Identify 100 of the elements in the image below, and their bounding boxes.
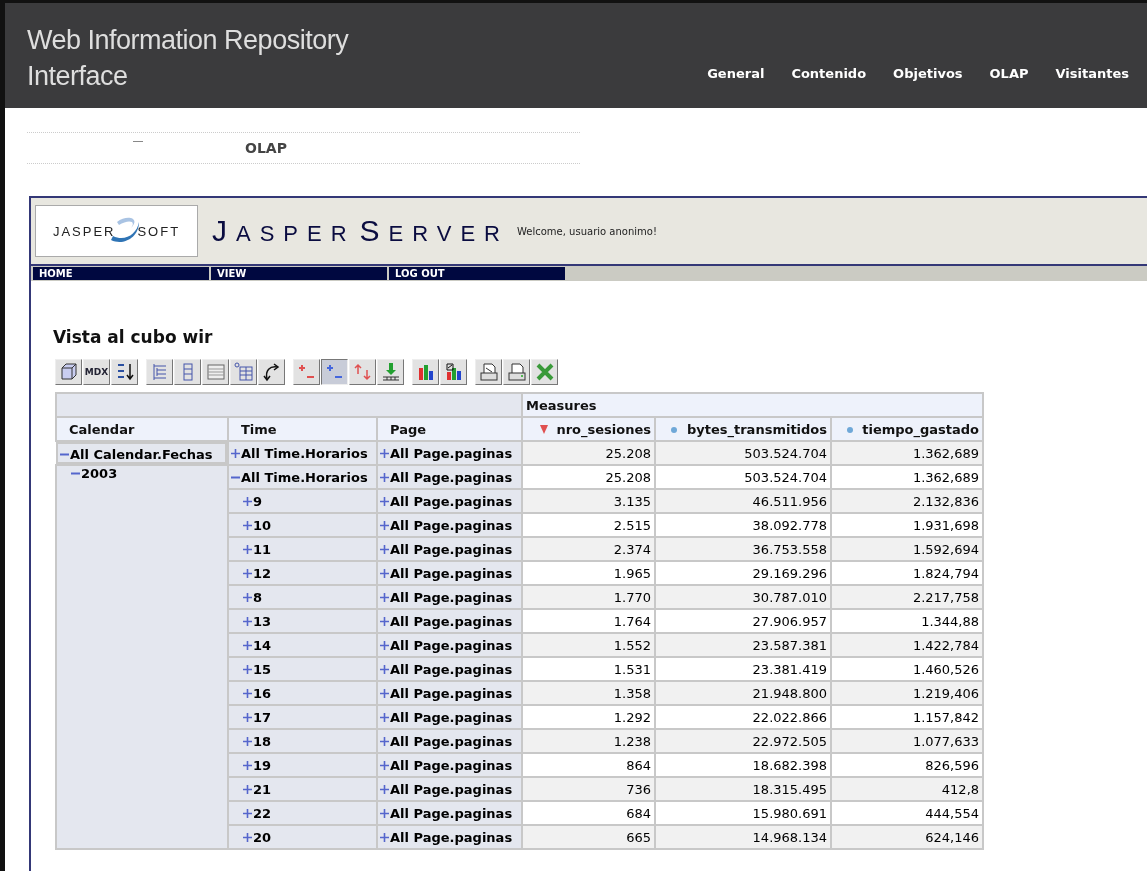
expand-button[interactable] — [293, 359, 320, 385]
table-button[interactable] — [202, 359, 229, 385]
table-cell: 15.980.691 — [655, 801, 832, 825]
column-header[interactable]: Calendar — [56, 417, 228, 441]
chart-button[interactable] — [412, 359, 439, 385]
expand-icon[interactable] — [380, 664, 389, 674]
expand-icon[interactable] — [380, 832, 389, 842]
arrows-button[interactable] — [349, 359, 376, 385]
expand-icon[interactable] — [380, 784, 389, 794]
menu-link[interactable]: HOME — [33, 267, 209, 280]
expand-icon[interactable] — [243, 808, 252, 818]
expand-icon[interactable] — [243, 544, 252, 554]
expand-icon[interactable] — [380, 712, 389, 722]
member-cell[interactable]: 8 — [231, 589, 263, 605]
expand-icon[interactable] — [380, 472, 389, 482]
table-cell: 21.948.800 — [655, 681, 832, 705]
member-cell[interactable]: 20 — [231, 829, 272, 845]
expand-icon[interactable] — [380, 568, 389, 578]
menu-link[interactable]: LOG OUT — [389, 267, 565, 280]
table-cell: 1.422,784 — [831, 633, 984, 657]
sort-icon[interactable] — [539, 424, 548, 434]
expand-icon[interactable] — [380, 448, 389, 458]
expand-icon[interactable] — [243, 664, 252, 674]
column-button[interactable] — [174, 359, 201, 385]
tree-button[interactable] — [146, 359, 173, 385]
expand-icon[interactable] — [243, 736, 252, 746]
table-cell: 18.315.495 — [655, 777, 832, 801]
print-button[interactable] — [503, 359, 530, 385]
table-cell: 1.238 — [522, 729, 656, 753]
member-cell[interactable]: 17 — [231, 709, 272, 725]
expand-icon[interactable] — [380, 616, 389, 626]
member-cell[interactable]: 14 — [231, 637, 272, 653]
member-cell[interactable]: 13 — [231, 613, 272, 629]
table-cell: 22.972.505 — [655, 729, 832, 753]
table-cell: 23.381.419 — [655, 657, 832, 681]
column-header[interactable]: tiempo_gastado — [831, 417, 984, 441]
table-cell: 38.092.778 — [655, 513, 832, 537]
print-setup-button[interactable] — [475, 359, 502, 385]
dot-icon[interactable] — [845, 425, 854, 434]
expand-icon[interactable] — [380, 520, 389, 530]
chart-edit-button[interactable] — [440, 359, 467, 385]
expand-icon[interactable] — [243, 640, 252, 650]
member-cell[interactable]: 22 — [231, 805, 272, 821]
grid-button[interactable] — [230, 359, 257, 385]
member-cell[interactable]: 16 — [231, 685, 272, 701]
excel-icon — [534, 362, 555, 382]
column-header[interactable]: bytes_transmitidos — [655, 417, 832, 441]
menu-link[interactable]: VIEW — [211, 267, 387, 280]
nav-link[interactable]: Visitantes — [1055, 66, 1129, 81]
expand-icon[interactable] — [243, 760, 252, 770]
table-cell: 1.219,406 — [831, 681, 984, 705]
download-button[interactable] — [377, 359, 404, 385]
download-icon — [380, 362, 401, 382]
sort-button[interactable] — [111, 359, 138, 385]
expand-icon[interactable] — [380, 544, 389, 554]
expand-icon[interactable] — [243, 496, 252, 506]
expand-icon[interactable] — [243, 592, 252, 602]
expand-icon[interactable] — [243, 688, 252, 698]
expand-icon[interactable] — [231, 448, 240, 458]
excel-button[interactable] — [531, 359, 558, 385]
member-cell[interactable]: 9 — [231, 493, 263, 509]
table-cell: 444,554 — [831, 801, 984, 825]
expand-icon[interactable] — [380, 592, 389, 602]
table-cell: 1.344,88 — [831, 609, 984, 633]
expand-icon[interactable] — [380, 808, 389, 818]
member-cell[interactable]: 21 — [231, 781, 272, 797]
cube-icon — [58, 362, 79, 382]
member-cell[interactable]: 2003 — [59, 466, 118, 481]
expand-icon[interactable] — [243, 616, 252, 626]
nav-link[interactable]: Objetivos — [893, 66, 963, 81]
nav-link[interactable]: OLAP — [989, 66, 1029, 81]
column-header[interactable]: nro_sesiones — [522, 417, 656, 441]
expand-icon[interactable] — [380, 736, 389, 746]
logo-text: JASPER — [52, 223, 116, 239]
member-cell[interactable]: 18 — [231, 733, 272, 749]
member-cell[interactable]: 12 — [231, 565, 272, 581]
dot-icon[interactable] — [670, 425, 679, 434]
cube-button[interactable] — [55, 359, 82, 385]
member-cell[interactable]: 19 — [231, 757, 272, 773]
expand-icon[interactable] — [243, 784, 252, 794]
expand-icon[interactable] — [380, 760, 389, 770]
expand-icon[interactable] — [243, 568, 252, 578]
member-cell[interactable]: 10 — [231, 517, 272, 533]
nav-link[interactable]: Contenido — [791, 66, 867, 81]
expand-icon[interactable] — [380, 496, 389, 506]
swap-button[interactable] — [258, 359, 285, 385]
expand-icon[interactable] — [380, 640, 389, 650]
member-cell[interactable]: 15 — [231, 661, 272, 677]
expand-icon[interactable] — [243, 832, 252, 842]
nav-link[interactable]: General — [707, 66, 765, 81]
expand-icon[interactable] — [380, 688, 389, 698]
expand-icon[interactable] — [243, 520, 252, 530]
column-header[interactable]: Time — [228, 417, 377, 441]
collapse-button[interactable] — [321, 359, 348, 385]
mdx-button[interactable]: MDX — [83, 359, 110, 385]
table-cell: 30.787.010 — [655, 585, 832, 609]
member-cell[interactable]: 11 — [231, 541, 272, 557]
expand-icon[interactable] — [243, 712, 252, 722]
table-cell: 503.524.704 — [655, 441, 832, 465]
column-header[interactable]: Page — [377, 417, 523, 441]
